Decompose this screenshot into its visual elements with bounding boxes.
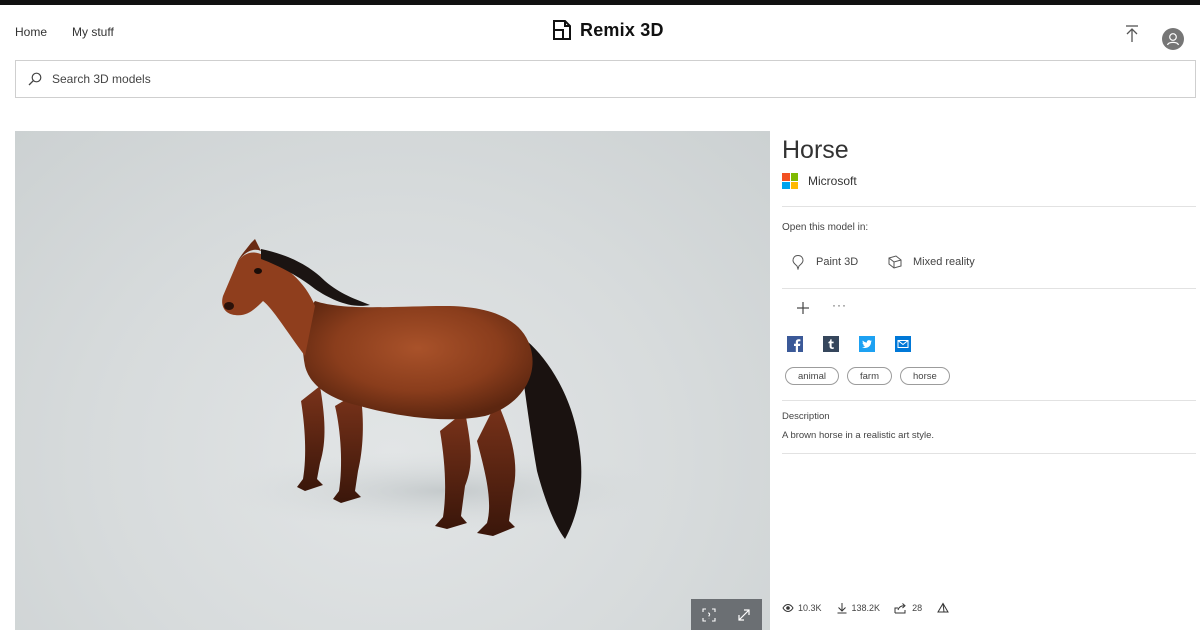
person-icon xyxy=(1166,33,1180,46)
top-navigation: Home My stuff Remix 3D xyxy=(0,5,1200,57)
nav-my-stuff-link[interactable]: My stuff xyxy=(72,25,114,39)
brand-name: Remix 3D xyxy=(580,19,664,40)
eye-icon xyxy=(782,603,794,613)
facebook-icon[interactable] xyxy=(787,336,803,352)
search-bar xyxy=(15,60,1196,98)
open-in-paint3d-label: Paint 3D xyxy=(816,256,859,268)
shares-count: 28 xyxy=(912,603,923,613)
description-label: Description xyxy=(782,411,830,422)
tag-animal[interactable]: animal xyxy=(785,367,839,385)
report-button[interactable] xyxy=(936,602,954,614)
open-in-paint3d-button[interactable]: Paint 3D xyxy=(790,254,858,270)
plus-icon[interactable] xyxy=(795,300,811,316)
more-options-button[interactable]: ··· xyxy=(832,298,847,312)
divider xyxy=(782,453,1196,454)
fit-view-button[interactable] xyxy=(691,599,726,630)
nav-home-link[interactable]: Home xyxy=(15,25,47,39)
fit-view-icon xyxy=(701,607,716,622)
upload-icon[interactable] xyxy=(1121,23,1143,45)
microsoft-logo-icon xyxy=(782,173,798,189)
downloads-stat: 138.2K xyxy=(836,602,881,614)
divider xyxy=(782,400,1196,401)
horse-3d-model[interactable] xyxy=(15,131,770,630)
fullscreen-icon xyxy=(737,608,750,621)
tag-horse[interactable]: horse xyxy=(900,367,950,385)
search-input[interactable] xyxy=(52,61,1182,97)
viewer-controls xyxy=(691,599,762,630)
divider xyxy=(782,206,1196,207)
paint3d-icon xyxy=(792,254,804,270)
shares-stat: 28 xyxy=(894,602,922,614)
open-in-mixed-reality-label: Mixed reality xyxy=(913,256,975,268)
search-icon[interactable] xyxy=(27,71,43,87)
tag-list: animal farm horse xyxy=(785,367,958,385)
creator-link[interactable]: Microsoft xyxy=(782,173,857,189)
divider xyxy=(782,288,1196,289)
description-text: A brown horse in a realistic art style. xyxy=(782,430,935,441)
model-stats: 10.3K 138.2K 28 xyxy=(782,602,968,614)
user-avatar-icon[interactable] xyxy=(1162,28,1184,50)
open-in-label: Open this model in: xyxy=(782,222,869,233)
tag-farm[interactable]: farm xyxy=(847,367,892,385)
fullscreen-button[interactable] xyxy=(726,599,761,630)
downloads-count: 138.2K xyxy=(851,603,881,613)
tumblr-icon[interactable] xyxy=(823,336,839,352)
mixed-reality-icon xyxy=(888,255,902,269)
brand[interactable]: Remix 3D xyxy=(550,18,664,42)
creator-name: Microsoft xyxy=(808,174,857,188)
model-title: Horse xyxy=(782,136,849,164)
download-icon xyxy=(837,603,847,614)
report-flag-icon xyxy=(937,602,949,613)
views-count: 10.3K xyxy=(798,603,822,613)
model-details-panel: Horse Microsoft Open this model in: Pain… xyxy=(782,131,1196,630)
model-viewer[interactable] xyxy=(15,131,770,630)
share-icon xyxy=(894,603,906,614)
twitter-icon[interactable] xyxy=(859,336,875,352)
mail-icon[interactable] xyxy=(895,336,911,352)
remix3d-logo-icon xyxy=(553,20,571,40)
views-stat: 10.3K xyxy=(782,602,822,614)
open-in-mixed-reality-button[interactable]: Mixed reality xyxy=(887,254,975,270)
